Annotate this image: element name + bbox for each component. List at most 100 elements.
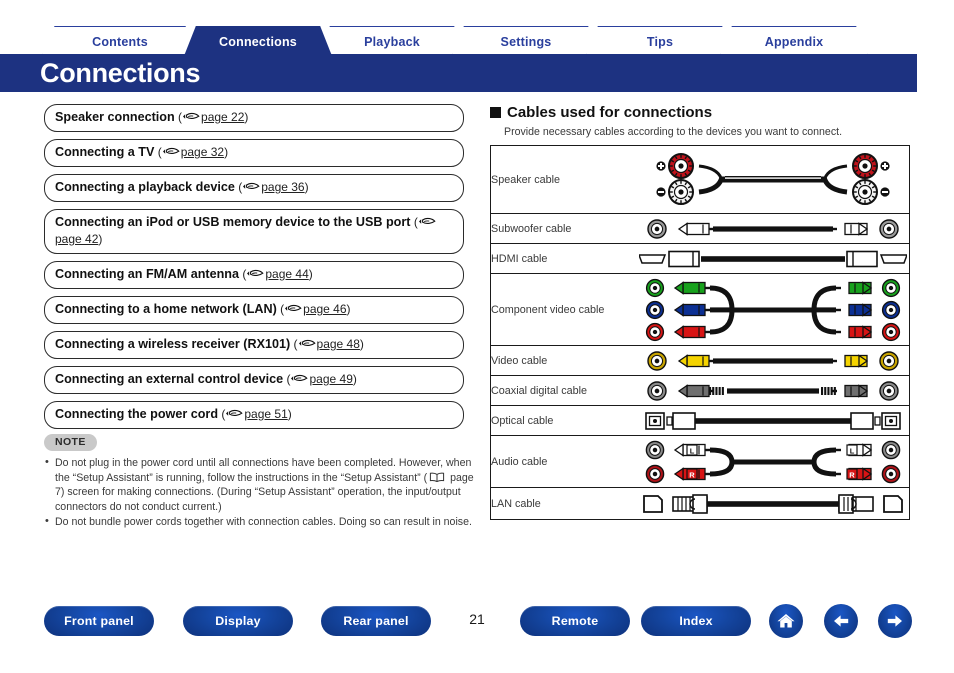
cable-name: Component video cable xyxy=(490,273,637,346)
footer-button-remote[interactable]: Remote xyxy=(520,606,630,636)
cable-name: Video cable xyxy=(490,345,637,376)
link-page-number[interactable]: page 49 xyxy=(309,372,352,386)
pointing-hand-icon xyxy=(182,110,200,121)
link-page-number[interactable]: page 36 xyxy=(261,180,304,194)
footer-button-display[interactable]: Display xyxy=(183,606,293,636)
pointing-hand-icon xyxy=(162,145,180,156)
cable-row: Coaxial digital cable xyxy=(490,375,910,406)
pointing-hand-icon xyxy=(284,302,302,313)
cables-subtitle: Provide necessary cables according to th… xyxy=(504,126,843,138)
link-box-2[interactable]: Connecting a TV (page 32) xyxy=(44,139,464,167)
link-page-number[interactable]: page 51 xyxy=(244,407,287,421)
svg-text:L: L xyxy=(690,446,695,455)
note-badge: NOTE xyxy=(44,434,97,451)
link-title: Connecting the power cord xyxy=(55,407,219,421)
cables-table: Speaker cable Subwoofer cable HDMI cable Co… xyxy=(490,145,910,520)
footer-button-front-panel[interactable]: Front panel xyxy=(44,606,154,636)
link-page-number[interactable]: page 44 xyxy=(265,267,308,281)
tab-bar: Contents Connections Playback Settings Tips A… xyxy=(0,0,954,56)
footer-button-label: Front panel xyxy=(64,614,134,628)
cable-name: Optical cable xyxy=(490,405,637,436)
link-page-number[interactable]: page 22 xyxy=(201,110,244,124)
link-box-9[interactable]: Connecting the power cord (page 51) xyxy=(44,401,464,429)
tab-appendix[interactable]: Appendix xyxy=(720,26,868,56)
paren-close: ) xyxy=(359,337,364,351)
pointing-hand-icon xyxy=(298,337,316,348)
note-block: NOTE Do not plug in the power cord until… xyxy=(44,432,474,531)
home-icon xyxy=(777,614,795,628)
cable-name: Coaxial digital cable xyxy=(490,375,637,406)
footer-button-label: Remote xyxy=(551,614,599,628)
svg-text:R: R xyxy=(849,470,855,479)
paren-close: ) xyxy=(308,267,313,281)
footer-button-label: Display xyxy=(215,614,261,628)
link-page-number[interactable]: page 48 xyxy=(317,337,360,351)
paren-close: ) xyxy=(98,232,103,246)
cable-illustration-optical xyxy=(637,405,910,436)
tab-label: Appendix xyxy=(764,34,824,49)
link-page-number[interactable]: page 46 xyxy=(303,302,346,316)
pointing-hand-icon xyxy=(246,267,264,278)
tab-connections[interactable]: Connections xyxy=(184,26,332,56)
footer-button-index[interactable]: Index xyxy=(641,606,751,636)
cable-illustration-component xyxy=(637,273,910,346)
link-box-content: Connecting the power cord (page 51) xyxy=(55,406,292,423)
link-box-content: Connecting an iPod or USB memory device … xyxy=(55,214,453,248)
link-title: Connecting an FM/AM antenna xyxy=(55,267,240,281)
cables-heading-text: Cables used for connections xyxy=(507,104,713,121)
link-box-content: Connecting a wireless receiver (RX101) (… xyxy=(55,336,364,353)
link-page-ref: (page 22) xyxy=(175,110,248,124)
cable-illustration-rca-single xyxy=(637,345,910,376)
paren-close: ) xyxy=(224,145,229,159)
footer-home-icon-button[interactable] xyxy=(769,604,803,638)
tab-contents[interactable]: Contents xyxy=(42,26,198,56)
arrow-left-icon xyxy=(834,615,849,627)
link-box-3[interactable]: Connecting a playback device (page 36) xyxy=(44,174,464,202)
footer-button-rear-panel[interactable]: Rear panel xyxy=(321,606,431,636)
pointing-hand-icon xyxy=(418,215,436,226)
cable-name: Speaker cable xyxy=(491,173,561,186)
footer-button-label: Index xyxy=(679,614,713,628)
link-title: Speaker connection xyxy=(55,110,175,124)
link-box-8[interactable]: Connecting an external control device (p… xyxy=(44,366,464,394)
link-box-content: Speaker connection (page 22) xyxy=(55,109,248,126)
footer-arrow-right-icon-button[interactable] xyxy=(878,604,912,638)
tab-playback[interactable]: Playback xyxy=(318,26,466,56)
square-bullet-icon xyxy=(490,107,501,118)
cable-name: HDMI cable xyxy=(490,243,637,274)
link-page-number[interactable]: page 32 xyxy=(181,145,224,159)
pointing-hand-icon xyxy=(225,407,244,418)
link-page-number[interactable]: page 42 xyxy=(55,232,98,246)
note-text-part1: Do not bundle power cords together with … xyxy=(55,516,472,529)
svg-text:L: L xyxy=(850,446,855,455)
footer-arrow-left-icon-button[interactable] xyxy=(824,604,858,638)
link-box-1[interactable]: Speaker connection (page 22) xyxy=(44,104,464,132)
cables-section: Cables used for connections Provide nece… xyxy=(490,103,910,520)
link-title: Connecting an iPod or USB memory device … xyxy=(55,215,411,229)
cables-table-body: Speaker cable Subwoofer cable HDMI cable Co… xyxy=(490,146,910,520)
note-item: Do not plug in the power cord until all … xyxy=(44,455,474,514)
link-page-ref: (page 49) xyxy=(283,372,356,386)
link-page-ref: (page 32) xyxy=(154,145,228,159)
cable-illustration-rca-single xyxy=(637,213,910,244)
link-box-6[interactable]: Connecting to a home network (LAN) (page… xyxy=(44,296,464,324)
tab-tips[interactable]: Tips xyxy=(586,26,734,56)
link-title: Connecting an external control device xyxy=(55,372,284,386)
cable-illustration-audio-lr: L L R R xyxy=(637,435,910,488)
pointing-hand-icon xyxy=(242,180,260,191)
cable-row: HDMI cable xyxy=(490,243,910,274)
link-title: Connecting to a home network (LAN) xyxy=(55,302,277,316)
link-page-ref: (page 36) xyxy=(235,180,308,194)
section-links-list: Speaker connection (page 22) Connecting a… xyxy=(44,104,464,436)
link-box-7[interactable]: Connecting a wireless receiver (RX101) (… xyxy=(44,331,464,359)
link-page-ref: (page 51) xyxy=(218,407,291,421)
cable-name: Subwoofer cable xyxy=(490,213,637,244)
link-box-5[interactable]: Connecting an FM/AM antenna (page 44) xyxy=(44,261,464,289)
footer-button-label: Rear panel xyxy=(343,614,409,628)
tab-label: Settings xyxy=(500,34,552,49)
tab-settings[interactable]: Settings xyxy=(452,26,600,56)
cable-row: Speaker cable xyxy=(491,146,910,214)
link-box-4[interactable]: Connecting an iPod or USB memory device … xyxy=(44,209,464,254)
svg-text:R: R xyxy=(689,470,695,479)
cable-name: Audio cable xyxy=(490,435,637,488)
